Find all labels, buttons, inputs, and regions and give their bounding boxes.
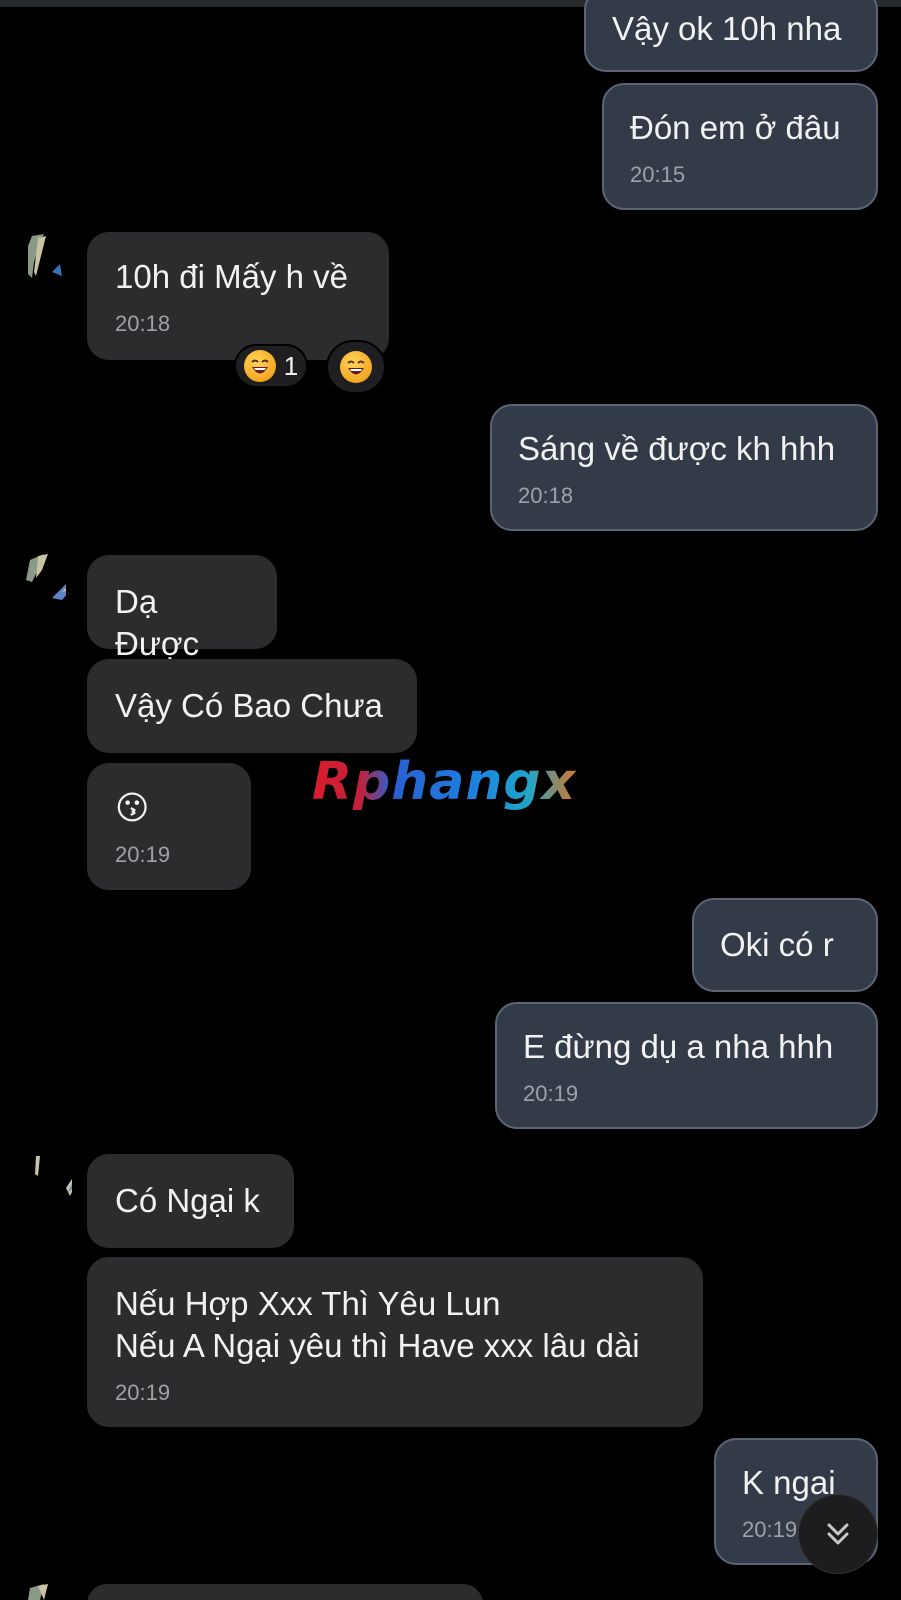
- message-timestamp: 20:19: [115, 842, 171, 867]
- message-text: Vậy ok 10h nha: [612, 10, 842, 47]
- scroll-to-bottom-button[interactable]: [798, 1494, 878, 1574]
- message-bubble-incoming[interactable]: Dạ Được: [87, 555, 277, 662]
- message-timestamp: 20:15: [630, 162, 686, 187]
- message-bubble-outgoing[interactable]: Đón em ở đâu 20:15: [602, 83, 878, 210]
- contact-avatar[interactable]: [22, 552, 66, 602]
- watermark-logo: Rphangx: [312, 752, 577, 812]
- message-bubble-incoming[interactable]: [87, 1584, 483, 1600]
- message-timestamp: 20:18: [518, 483, 574, 508]
- message-bubble-incoming[interactable]: Có Ngại k: [87, 1154, 294, 1248]
- message-text: E đừng dụ a nha hhh: [523, 1028, 834, 1065]
- message-bubble-outgoing[interactable]: Vậy ok 10h nha: [584, 0, 878, 72]
- message-text: Có Ngại k: [115, 1182, 260, 1219]
- kissing-face-emoji: 😗: [115, 788, 150, 827]
- message-text: Dạ Được: [115, 583, 200, 662]
- message-bubble-outgoing[interactable]: Sáng về được kh hhh 20:18: [490, 404, 878, 531]
- chat-screen: Vậy ok 10h nha Đón em ở đâu 20:15 10h đi…: [0, 0, 901, 1600]
- message-bubble-outgoing[interactable]: E đừng dụ a nha hhh 20:19: [495, 1002, 878, 1129]
- contact-avatar[interactable]: [24, 1584, 68, 1600]
- message-text: Đón em ở đâu: [630, 109, 841, 146]
- laughing-face-icon: [243, 350, 276, 382]
- reaction-count: 1: [283, 350, 299, 381]
- message-text: Nếu Hợp Xxx Thì Yêu Lun Nếu A Ngại yêu t…: [115, 1285, 640, 1364]
- message-text: Vậy Có Bao Chưa: [115, 687, 383, 724]
- add-reaction-button[interactable]: [326, 340, 386, 394]
- message-bubble-outgoing[interactable]: Oki có r: [692, 898, 878, 992]
- message-bubble-incoming[interactable]: Nếu Hợp Xxx Thì Yêu Lun Nếu A Ngại yêu t…: [87, 1257, 703, 1427]
- message-timestamp: 20:19: [115, 1380, 171, 1405]
- message-bubble-incoming[interactable]: Vậy Có Bao Chưa: [87, 659, 417, 753]
- laughing-face-icon: [340, 351, 372, 383]
- message-bubble-incoming[interactable]: 😗 20:19: [87, 763, 251, 890]
- double-chevron-down-icon: [827, 1523, 849, 1545]
- contact-avatar[interactable]: [26, 232, 70, 282]
- message-text: Oki có r: [720, 926, 834, 963]
- contact-avatar[interactable]: [28, 1154, 72, 1204]
- message-text: Sáng về được kh hhh: [518, 430, 836, 467]
- message-timestamp: 20:18: [115, 311, 171, 336]
- message-timestamp: 20:19: [523, 1081, 579, 1106]
- reaction-count-chip[interactable]: 1: [234, 344, 308, 388]
- message-text: 10h đi Mấy h về: [115, 258, 348, 295]
